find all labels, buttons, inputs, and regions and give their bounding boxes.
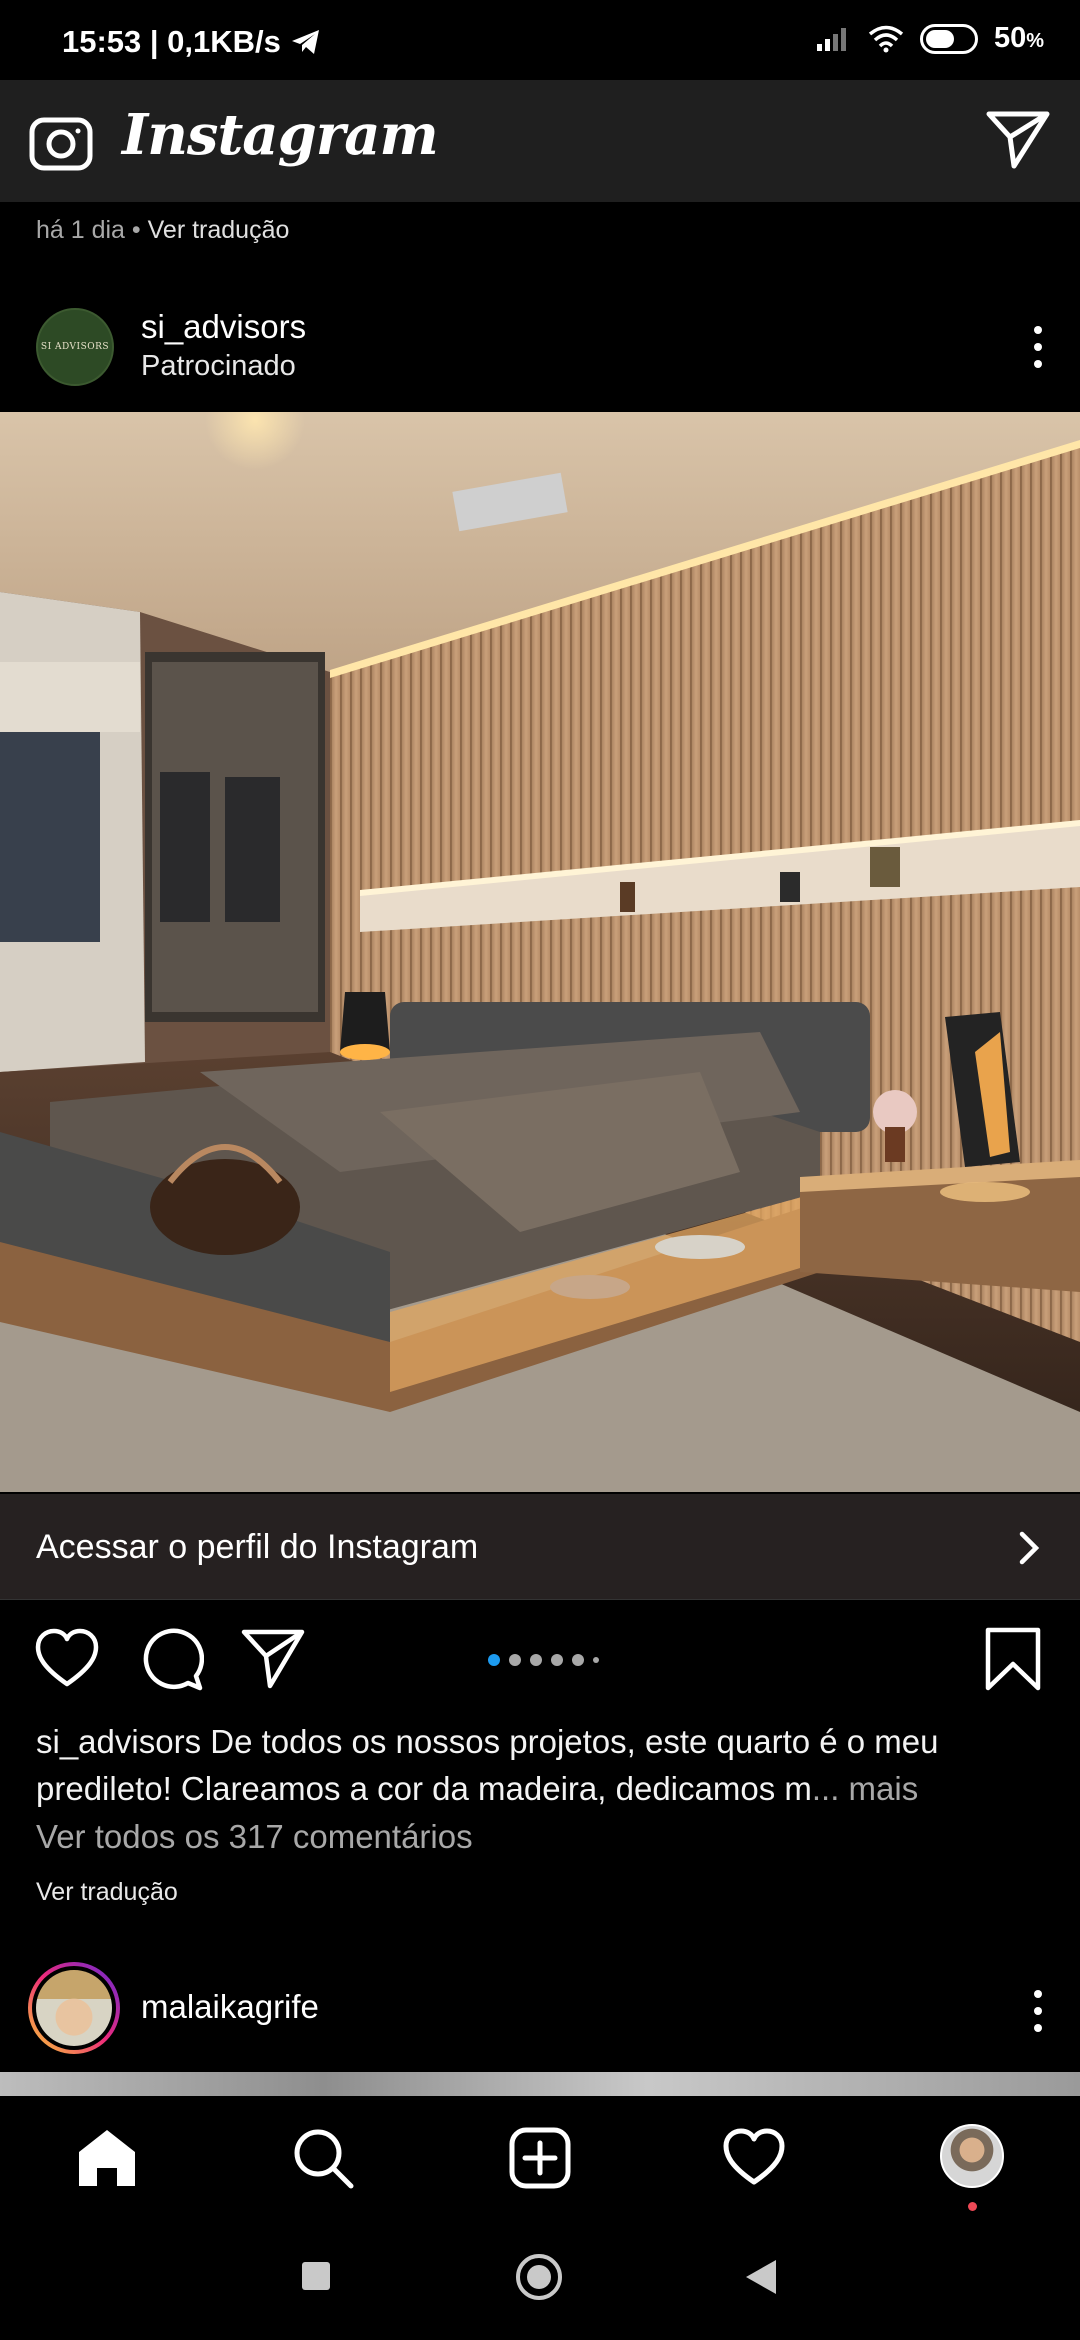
next-more-options-icon[interactable] bbox=[1026, 1986, 1050, 2036]
carousel-dot-4 bbox=[551, 1654, 563, 1666]
post-header: SI ADVISORS si_advisors Patrocinado bbox=[0, 290, 1080, 410]
carousel-dot-6 bbox=[593, 1657, 599, 1663]
battery-level: 50 bbox=[993, 22, 1027, 54]
search-icon[interactable] bbox=[291, 2126, 355, 2190]
view-comments-link[interactable]: Ver todos os 317 comentários bbox=[36, 1818, 473, 1856]
instagram-logo: Instagram bbox=[122, 102, 439, 168]
share-paper-plane-icon[interactable] bbox=[240, 1626, 306, 1692]
battery-readout: 50% bbox=[994, 22, 1044, 55]
previous-post-translate-link[interactable]: Ver tradução bbox=[148, 216, 290, 244]
previous-post-meta: há 1 dia • Ver tradução bbox=[36, 216, 289, 245]
carousel-dot-2 bbox=[509, 1654, 521, 1666]
carousel-indicator bbox=[488, 1654, 599, 1666]
story-avatar[interactable] bbox=[28, 1962, 120, 2054]
status-bar: 15:53 | 0,1KB/s 50% bbox=[0, 0, 1080, 80]
signal-icon bbox=[816, 27, 846, 51]
caption-username[interactable]: si_advisors bbox=[36, 1723, 201, 1760]
status-left: 15:53 | 0,1KB/s bbox=[62, 24, 321, 60]
caption-more-link[interactable]: ... mais bbox=[812, 1770, 918, 1807]
comment-icon[interactable] bbox=[138, 1626, 204, 1692]
post-caption[interactable]: si_advisors De todos os nossos projetos,… bbox=[36, 1718, 1046, 1812]
new-post-icon[interactable] bbox=[508, 2126, 572, 2190]
sponsored-label: Patrocinado bbox=[141, 350, 296, 382]
back-triangle-icon[interactable] bbox=[746, 2260, 776, 2294]
bottom-nav bbox=[0, 2096, 1080, 2216]
cta-label: Acessar o perfil do Instagram bbox=[36, 1528, 479, 1566]
app-bar: Instagram bbox=[0, 80, 1080, 202]
telegram-icon bbox=[291, 30, 319, 54]
chevron-right-icon bbox=[1019, 1531, 1040, 1565]
cta-visit-profile[interactable]: Acessar o perfil do Instagram bbox=[0, 1494, 1080, 1600]
home-icon[interactable] bbox=[75, 2126, 139, 2190]
system-nav-bar bbox=[0, 2216, 1080, 2340]
paper-plane-icon[interactable] bbox=[986, 110, 1050, 170]
post-username[interactable]: si_advisors bbox=[141, 308, 306, 346]
carousel-dot-3 bbox=[530, 1654, 542, 1666]
activity-heart-icon[interactable] bbox=[722, 2126, 786, 2190]
camera-icon[interactable] bbox=[28, 110, 94, 172]
bookmark-icon[interactable] bbox=[982, 1626, 1044, 1692]
post-actions bbox=[0, 1620, 1080, 1700]
status-time-speed: 15:53 | 0,1KB/s bbox=[62, 24, 281, 59]
next-post-header: malaikagrife bbox=[0, 1958, 1080, 2058]
like-heart-icon[interactable] bbox=[34, 1626, 100, 1692]
recents-square-icon[interactable] bbox=[302, 2262, 330, 2290]
carousel-dot-1 bbox=[488, 1654, 500, 1666]
next-post-username[interactable]: malaikagrife bbox=[141, 1988, 319, 2026]
notification-dot bbox=[968, 2202, 977, 2211]
status-right: 50% bbox=[816, 22, 1044, 55]
carousel-dot-5 bbox=[572, 1654, 584, 1666]
profile-avatar[interactable] bbox=[940, 2124, 1004, 2188]
previous-post-age: há 1 dia bbox=[36, 216, 125, 244]
battery-icon bbox=[919, 23, 978, 54]
home-circle-icon[interactable] bbox=[516, 2254, 562, 2300]
next-post-image[interactable] bbox=[0, 2072, 1080, 2096]
avatar-text: SI ADVISORS bbox=[40, 342, 110, 352]
translate-link[interactable]: Ver tradução bbox=[36, 1878, 178, 1907]
wifi-icon bbox=[868, 25, 904, 52]
avatar[interactable]: SI ADVISORS bbox=[36, 308, 114, 386]
more-options-icon[interactable] bbox=[1026, 322, 1050, 372]
post-image[interactable] bbox=[0, 412, 1080, 1492]
meta-separator: • bbox=[124, 216, 148, 244]
battery-unit: % bbox=[1026, 30, 1044, 52]
